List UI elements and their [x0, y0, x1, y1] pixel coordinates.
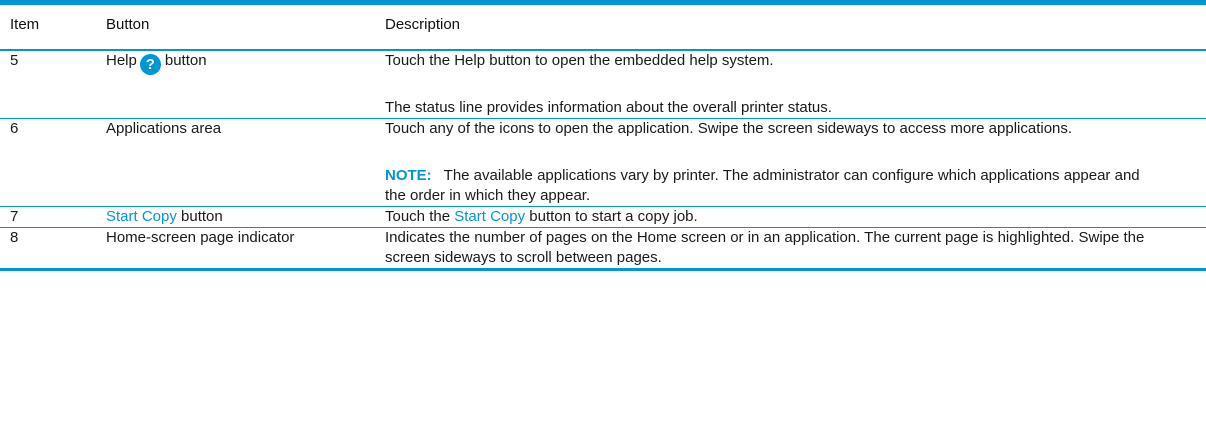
- item-number: 8: [10, 229, 19, 246]
- table-row: 7 Start Copy button Touch the Start Copy…: [0, 206, 1206, 228]
- start-copy-link[interactable]: Start Copy: [454, 208, 525, 225]
- item-number: 6: [0, 118, 98, 207]
- button-name-suffix: button: [164, 52, 207, 69]
- header-button: Button: [98, 2, 375, 51]
- description: Touch the Help button to open the embedd…: [375, 50, 1206, 119]
- table-body: 5 Help? button Touch the Help button to o…: [0, 50, 1206, 270]
- item-number: 7: [0, 206, 98, 228]
- table-row: 8 Home-screen page indicator Indicates t…: [0, 228, 1206, 270]
- description: Touch the Start Copy button to start a c…: [375, 206, 1206, 228]
- item-number: 5: [0, 50, 98, 119]
- table-header: Item Button Description: [0, 2, 1206, 51]
- description-paragraph: Touch any of the icons to open the appli…: [385, 120, 1073, 137]
- description-text: button to start a copy job.: [525, 208, 698, 225]
- description-paragraph: Touch the Start Copy button to start a c…: [385, 207, 1146, 227]
- table-row: 6 Applications area Touch any of the ico…: [0, 118, 1206, 207]
- table-row: 5 Help? button Touch the Help button to o…: [0, 50, 1206, 119]
- button-name-suffix: button: [176, 208, 223, 225]
- header-description: Description: [375, 2, 1206, 51]
- button-name: Help? button: [98, 50, 375, 119]
- button-name: Start Copy button: [98, 206, 375, 228]
- description: Indicates the number of pages on the Hom…: [375, 228, 1206, 270]
- start-copy-link[interactable]: Start Copy: [106, 208, 177, 225]
- note-label: NOTE:: [385, 167, 432, 184]
- description: Touch any of the icons to open the appli…: [375, 118, 1206, 207]
- control-panel-table: Item Button Description 5 Help? button To…: [0, 0, 1206, 271]
- header-row: Item Button Description: [0, 2, 1206, 51]
- note-paragraph: NOTE: The available applications vary by …: [385, 166, 1146, 206]
- description-paragraph: Indicates the number of pages on the Hom…: [385, 229, 1145, 266]
- header-item: Item: [0, 2, 98, 51]
- description-paragraph: The status line provides information abo…: [385, 99, 832, 116]
- note-text: The available applications vary by print…: [385, 167, 1140, 204]
- description-text: Touch the: [385, 208, 455, 225]
- document-page: Item Button Description 5 Help? button To…: [0, 0, 1206, 445]
- button-name: Home-screen page indicator: [106, 229, 295, 246]
- help-icon: ?: [139, 54, 161, 75]
- button-name: Applications area: [98, 118, 375, 207]
- button-name-text: Help: [106, 52, 137, 69]
- description-paragraph: Touch the Help button to open the embedd…: [385, 52, 774, 69]
